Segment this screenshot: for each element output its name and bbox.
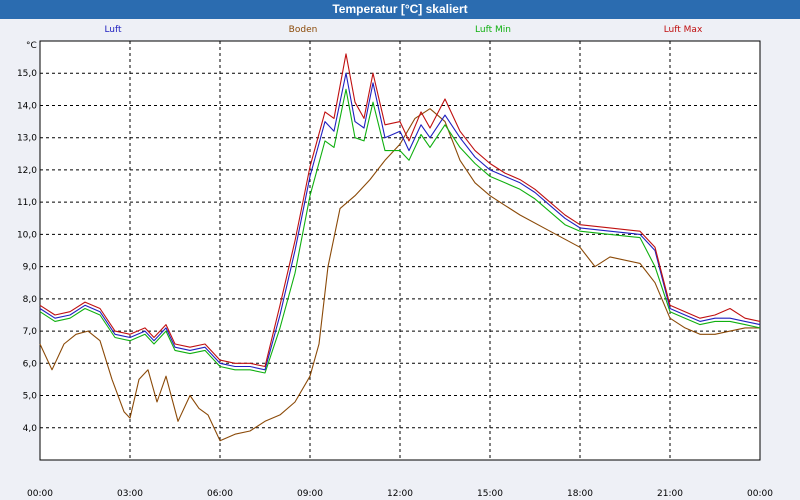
- x-tick-time: 00:00: [747, 489, 773, 499]
- legend-entry: Luft Max: [664, 25, 703, 35]
- y-axis-unit: °C: [26, 41, 37, 51]
- x-tick-time: 09:00: [297, 489, 323, 499]
- y-tick-label: 6,0: [23, 359, 38, 369]
- x-axis-labels: 00:0025.02.2503:0025.02.2506:0025.02.250…: [27, 489, 773, 499]
- y-tick-label: 15,0: [17, 69, 37, 79]
- legend-entry: Luft Min: [475, 25, 511, 35]
- x-tick-time: 21:00: [657, 489, 683, 499]
- x-tick-time: 00:00: [27, 489, 53, 499]
- y-tick-label: 14,0: [17, 101, 37, 111]
- y-tick-label: 11,0: [17, 198, 37, 208]
- y-tick-label: 10,0: [17, 230, 37, 240]
- y-tick-label: 9,0: [23, 263, 38, 273]
- y-tick-label: 12,0: [17, 166, 37, 176]
- x-tick-time: 15:00: [477, 489, 503, 499]
- y-tick-label: 13,0: [17, 134, 37, 144]
- temperature-chart: Luft Boden Luft Min Luft Max °C 4,0 5,0 6,0 7,…: [0, 19, 800, 500]
- y-tick-label: 8,0: [23, 295, 38, 305]
- legend-entry: Luft: [104, 25, 122, 35]
- y-tick-label: 5,0: [23, 392, 38, 402]
- x-tick-time: 18:00: [567, 489, 593, 499]
- x-tick-time: 06:00: [207, 489, 233, 499]
- x-tick-time: 03:00: [117, 489, 143, 499]
- y-tick-label: 4,0: [23, 424, 38, 434]
- chart-title: Temperatur [°C] skaliert: [0, 0, 800, 19]
- y-tick-label: 7,0: [23, 327, 38, 337]
- x-tick-time: 12:00: [387, 489, 413, 499]
- legend-entry: Boden: [289, 25, 318, 35]
